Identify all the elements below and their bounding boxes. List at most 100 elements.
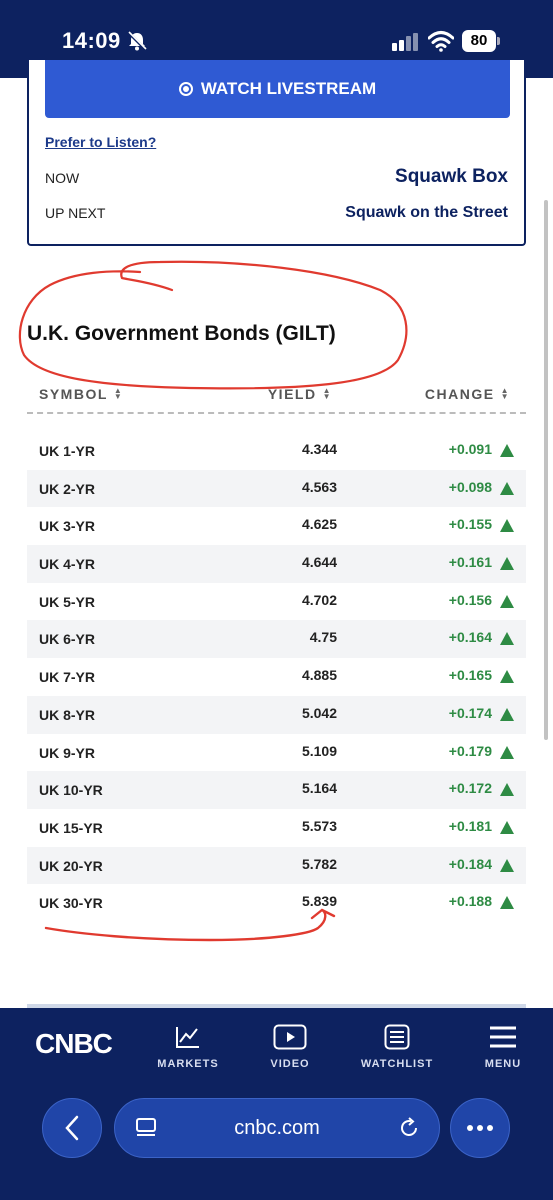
yield-cell: 4.644 <box>301 554 337 571</box>
ellipsis-icon <box>467 1125 493 1131</box>
arrow-up-icon <box>500 594 514 608</box>
symbol-cell[interactable]: UK 30-YR <box>39 895 103 911</box>
table-row[interactable]: UK 8-YR 5.042 +0.174 <box>27 695 526 734</box>
symbol-cell[interactable]: UK 20-YR <box>39 858 103 874</box>
yield-cell: 4.702 <box>301 591 337 608</box>
arrow-up-icon <box>500 783 514 797</box>
arrow-up-icon <box>500 444 514 457</box>
bonds-table: SYMBOL ▲ ▼ YIELD ▲ ▼ CHANGE ▲ ▼ UK 1-YR 4.34… <box>27 378 526 911</box>
arrow-up-icon <box>500 820 514 834</box>
arrow-up-icon <box>500 481 514 495</box>
arrow-up-icon <box>500 707 514 721</box>
watch-livestream-label: WATCH LIVESTREAM <box>200 79 377 98</box>
now-show-link[interactable]: Squawk Box <box>395 166 508 188</box>
yield-cell: 4.885 <box>301 667 337 684</box>
symbol-cell[interactable]: UK 2-YR <box>39 481 95 497</box>
yield-cell: 4.344 <box>301 441 337 457</box>
symbol-header-label: SYMBOL <box>39 386 108 402</box>
change-cell: +0.165 <box>448 667 492 684</box>
table-row[interactable]: UK 2-YR 4.563 +0.098 <box>27 469 526 508</box>
browser-back-button[interactable] <box>42 1098 102 1158</box>
table-row[interactable]: UK 7-YR 4.885 +0.165 <box>27 658 526 696</box>
symbol-cell[interactable]: UK 10-YR <box>39 782 103 798</box>
signal-icon <box>392 33 418 51</box>
sort-icon: ▲ ▼ <box>113 386 124 401</box>
list-icon <box>357 1022 437 1052</box>
sort-symbol-header[interactable]: SYMBOL ▲ ▼ <box>39 386 123 402</box>
battery-indicator: 80 <box>462 30 500 52</box>
yield-header-label: YIELD <box>267 386 317 402</box>
sort-change-header[interactable]: CHANGE ▲ ▼ <box>425 386 510 402</box>
arrow-up-icon <box>500 745 514 759</box>
change-cell: +0.184 <box>448 855 492 872</box>
table-row[interactable]: UK 20-YR 5.782 +0.184 <box>27 846 526 885</box>
nav-video[interactable]: VIDEO <box>250 1022 330 1070</box>
yield-cell: 5.042 <box>301 704 337 721</box>
change-cell: +0.161 <box>448 554 492 571</box>
yield-cell: 4.625 <box>301 516 337 533</box>
table-row[interactable]: UK 5-YR 4.702 +0.156 <box>27 583 526 621</box>
symbol-cell[interactable]: UK 7-YR <box>39 669 95 685</box>
table-row[interactable]: UK 9-YR 5.109 +0.179 <box>27 734 526 772</box>
browser-more-button[interactable] <box>450 1098 510 1158</box>
table-body: UK 1-YR 4.344 +0.091 UK 2-YR 4.563 +0.098 UK… <box>27 432 526 922</box>
change-cell: +0.179 <box>448 742 492 759</box>
yield-cell: 5.164 <box>301 780 337 797</box>
nav-markets-label: MARKETS <box>157 1058 219 1070</box>
live-card: WATCH LIVESTREAM Prefer to Listen? NOW S… <box>27 60 526 246</box>
table-row[interactable]: UK 30-YR 5.839 +0.188 <box>27 884 526 922</box>
table-row[interactable]: UK 1-YR 4.344 +0.091 <box>27 432 526 470</box>
hamburger-icon <box>463 1022 543 1052</box>
symbol-cell[interactable]: UK 4-YR <box>39 556 95 572</box>
change-cell: +0.188 <box>448 893 492 910</box>
up-next-show-link[interactable]: Squawk on the Street <box>345 204 508 222</box>
table-row[interactable]: UK 6-YR 4.75 +0.164 <box>27 620 526 659</box>
yield-cell: 5.109 <box>301 742 337 759</box>
sort-yield-header[interactable]: YIELD ▲ ▼ <box>268 386 332 402</box>
symbol-cell[interactable]: UK 8-YR <box>39 707 95 723</box>
arrow-up-icon <box>500 858 514 872</box>
chart-line-icon <box>148 1022 228 1052</box>
change-cell: +0.164 <box>448 629 492 646</box>
battery-level: 80 <box>462 30 496 52</box>
change-cell: +0.156 <box>448 591 492 608</box>
cnbc-logo[interactable]: CNBC <box>35 1028 113 1060</box>
chevron-left-icon <box>65 1115 79 1141</box>
symbol-cell[interactable]: UK 5-YR <box>39 594 95 610</box>
sort-icon: ▲ ▼ <box>322 386 332 401</box>
nav-watchlist[interactable]: WATCHLIST <box>357 1022 437 1070</box>
change-cell: +0.155 <box>448 516 492 533</box>
yield-cell: 5.573 <box>301 817 337 834</box>
reload-icon[interactable] <box>397 1116 421 1140</box>
arrow-up-icon <box>500 519 514 533</box>
url-text: cnbc.com <box>234 1117 320 1139</box>
symbol-cell[interactable]: UK 15-YR <box>39 820 103 836</box>
prefer-to-listen-link[interactable]: Prefer to Listen? <box>45 134 156 150</box>
nav-markets[interactable]: MARKETS <box>148 1022 228 1070</box>
nav-menu[interactable]: MENU <box>463 1022 543 1070</box>
table-row[interactable]: UK 3-YR 4.625 +0.155 <box>27 507 526 545</box>
watch-livestream-button[interactable]: WATCH LIVESTREAM <box>45 60 510 118</box>
change-header-label: CHANGE <box>424 386 495 402</box>
page-scrollbar[interactable] <box>544 200 548 740</box>
symbol-cell[interactable]: UK 1-YR <box>39 443 95 459</box>
symbol-cell[interactable]: UK 6-YR <box>39 631 95 647</box>
change-cell: +0.181 <box>448 817 492 834</box>
symbol-cell[interactable]: UK 9-YR <box>39 745 95 761</box>
address-bar[interactable]: cnbc.com <box>114 1098 440 1158</box>
table-row[interactable]: UK 4-YR 4.644 +0.161 <box>27 545 526 583</box>
table-header: SYMBOL ▲ ▼ YIELD ▲ ▼ CHANGE ▲ ▼ <box>27 378 526 414</box>
nav-video-label: VIDEO <box>270 1058 310 1070</box>
wifi-icon <box>428 31 454 52</box>
symbol-cell[interactable]: UK 3-YR <box>39 518 95 534</box>
table-row[interactable]: UK 10-YR 5.164 +0.172 <box>27 771 526 809</box>
now-label: NOW <box>45 170 80 186</box>
nav-watchlist-label: WATCHLIST <box>360 1058 434 1070</box>
bell-muted-icon <box>127 31 147 51</box>
table-row[interactable]: UK 15-YR 5.573 +0.181 <box>27 809 526 847</box>
battery-tip <box>497 37 500 45</box>
sort-icon: ▲ ▼ <box>500 386 510 401</box>
change-cell: +0.091 <box>448 441 492 457</box>
yield-cell: 4.563 <box>301 478 337 495</box>
change-cell: +0.098 <box>448 478 492 495</box>
